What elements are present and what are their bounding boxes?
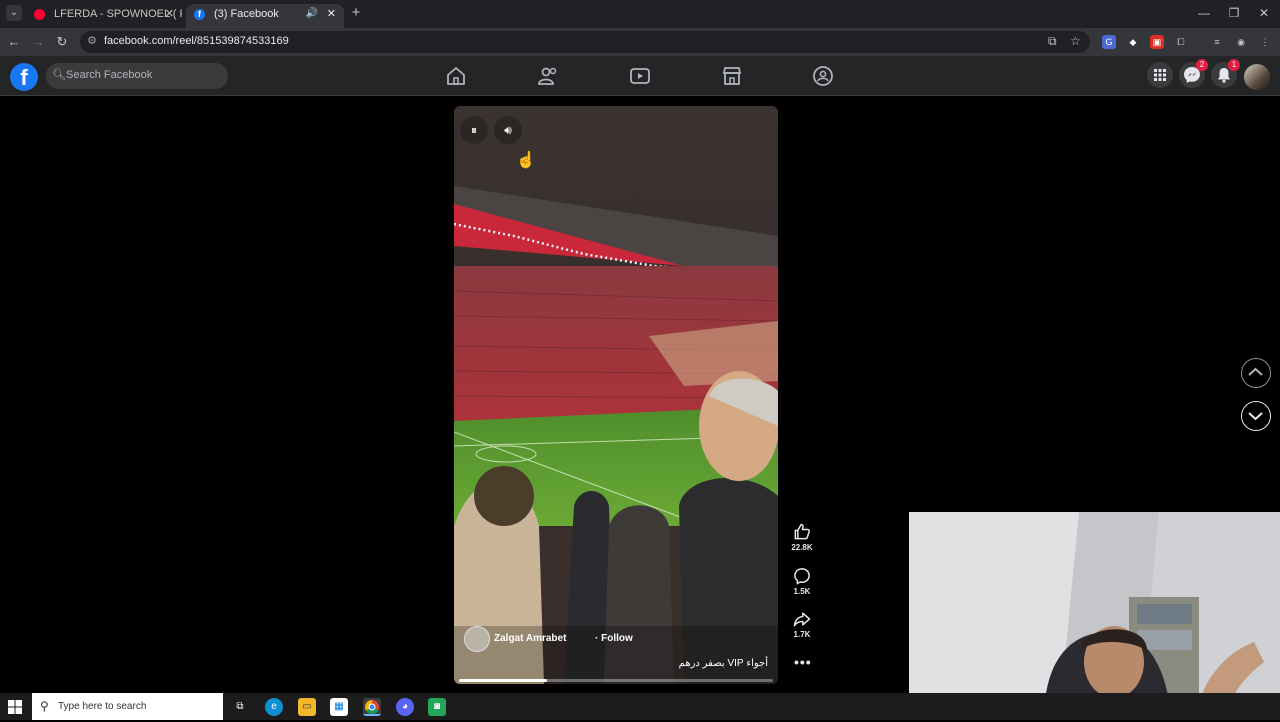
owner-name[interactable]: Zalgat Amrabet — [494, 633, 566, 644]
next-reel-button[interactable] — [1241, 401, 1271, 431]
menu-grid-button[interactable] — [1147, 62, 1173, 88]
owner-avatar[interactable] — [464, 626, 490, 652]
previous-reel-button[interactable] — [1241, 358, 1271, 388]
browser-menu-icon[interactable]: ⋮ — [1258, 35, 1272, 49]
profile-icon[interactable]: ◉ — [1234, 35, 1248, 49]
url-text: facebook.com/reel/851539874533169 — [104, 35, 289, 47]
search-icon: 🔍︎ — [52, 69, 66, 81]
facebook-favicon-icon: f — [194, 9, 205, 20]
taskbar-search-placeholder: Type here to search — [58, 701, 147, 712]
friends-icon[interactable] — [536, 64, 560, 88]
facebook-header: f 🔍︎ Search Facebook 2 1 — [0, 56, 1280, 96]
grid-icon — [1154, 69, 1166, 81]
share-button[interactable]: 1.7K — [788, 609, 816, 639]
search-icon: ⚲ — [40, 699, 49, 713]
close-window-button[interactable]: ✕ — [1254, 4, 1274, 24]
share-count: 1.7K — [793, 630, 811, 639]
facebook-logo-icon[interactable]: f — [10, 63, 38, 91]
store-icon[interactable]: ▦ — [330, 698, 348, 716]
close-tab-icon[interactable]: ✕ — [165, 4, 174, 24]
youtube-favicon-icon — [34, 9, 45, 20]
task-view-icon[interactable]: ⧉ — [231, 698, 249, 716]
tab-title: LFERDA - SPOWNOEL ( PROD B — [54, 8, 182, 20]
address-bar[interactable]: ⚙ facebook.com/reel/851539874533169 ⧉ ☆ — [80, 31, 1090, 53]
marketplace-icon[interactable] — [720, 64, 744, 88]
video-progress-fill — [459, 679, 547, 682]
back-button[interactable]: ← — [4, 32, 24, 52]
media-control-icon[interactable]: ≡ — [1210, 35, 1224, 49]
chrome-icon[interactable] — [363, 698, 381, 716]
video-progress-bar[interactable] — [459, 679, 773, 682]
translate-extension-icon[interactable]: G — [1102, 35, 1116, 49]
extension-diamond-icon[interactable]: ◆ — [1126, 35, 1140, 49]
notifications-badge: 1 — [1228, 59, 1240, 71]
new-tab-button[interactable]: + — [346, 4, 366, 24]
site-info-icon[interactable]: ⚙ — [87, 34, 97, 47]
messenger-button[interactable]: 2 — [1179, 59, 1208, 88]
follow-button[interactable]: · Follow — [595, 633, 633, 644]
cast-icon[interactable]: ⧉ — [1048, 34, 1057, 49]
pause-button[interactable]: ⏸ — [460, 116, 488, 144]
account-avatar[interactable] — [1244, 64, 1270, 90]
browser-tab-youtube[interactable]: LFERDA - SPOWNOEL ( PROD B ✕ — [26, 4, 182, 28]
close-tab-icon[interactable]: ✕ — [327, 4, 336, 24]
browser-tab-facebook[interactable]: f (3) Facebook 🔊 ✕ — [186, 4, 344, 28]
comment-count: 1.5K — [793, 587, 811, 596]
discord-icon[interactable]: ◕ — [396, 698, 414, 716]
browser-toolbar: ← → ↻ ⚙ facebook.com/reel/85153987453316… — [0, 28, 1280, 56]
reel-caption: أجواء VIP بصفر درهم — [678, 658, 768, 669]
restore-button[interactable]: ❐ — [1224, 4, 1244, 24]
comment-button[interactable]: 1.5K — [788, 566, 816, 596]
search-placeholder: Search Facebook — [66, 69, 153, 81]
tab-audio-icon[interactable]: 🔊 — [306, 4, 318, 24]
comment-icon — [794, 568, 810, 585]
chrome-logo-icon — [365, 700, 379, 714]
minimize-button[interactable]: — — [1194, 4, 1214, 24]
home-icon[interactable] — [444, 64, 468, 88]
groups-icon[interactable] — [811, 64, 835, 88]
tab-title: (3) Facebook — [214, 8, 279, 20]
volume-button[interactable]: 🔊︎ — [494, 116, 522, 144]
file-explorer-icon[interactable]: ▭ — [298, 698, 316, 716]
app-icon[interactable]: ◙ — [428, 698, 446, 716]
like-button[interactable]: 22.8K — [788, 522, 816, 552]
chevron-down-icon — [1248, 412, 1263, 421]
edge-icon[interactable]: e — [265, 698, 283, 716]
search-input[interactable]: 🔍︎ Search Facebook — [46, 63, 228, 89]
messenger-badge: 2 — [1196, 59, 1208, 71]
reel-video[interactable]: ⏸ 🔊︎ Zalgat Amrabet · Follow أجواء VIP ب… — [454, 106, 778, 684]
forward-button[interactable]: → — [28, 32, 48, 52]
extensions-puzzle-icon[interactable]: ⧠ — [1174, 35, 1188, 49]
notifications-button[interactable]: 1 — [1211, 59, 1240, 88]
webcam-frame — [909, 512, 1280, 720]
webcam-overlay — [909, 512, 1280, 720]
taskbar-search-input[interactable]: ⚲ Type here to search — [32, 693, 223, 720]
bookmark-star-icon[interactable]: ☆ — [1070, 34, 1081, 48]
watch-icon[interactable] — [628, 64, 652, 88]
reload-button[interactable]: ↻ — [52, 32, 72, 52]
share-icon — [793, 612, 811, 627]
browser-tab-strip: ⌄ LFERDA - SPOWNOEL ( PROD B ✕ f (3) Fac… — [0, 0, 1280, 28]
hand-cursor-icon: ☝ — [516, 152, 536, 169]
like-icon — [794, 523, 811, 540]
like-count: 22.8K — [791, 543, 813, 552]
extension-red-icon[interactable]: ▣ — [1150, 35, 1164, 49]
windows-start-icon[interactable] — [6, 698, 24, 716]
more-options-icon[interactable]: ••• — [794, 654, 812, 670]
reel-video-frame — [454, 106, 778, 684]
tab-search-button[interactable]: ⌄ — [6, 5, 22, 21]
chevron-up-icon — [1248, 367, 1263, 376]
windows-taskbar: ⚲ Type here to search ⧉ e ▭ ▦ ◕ ◙ — [0, 693, 1280, 720]
